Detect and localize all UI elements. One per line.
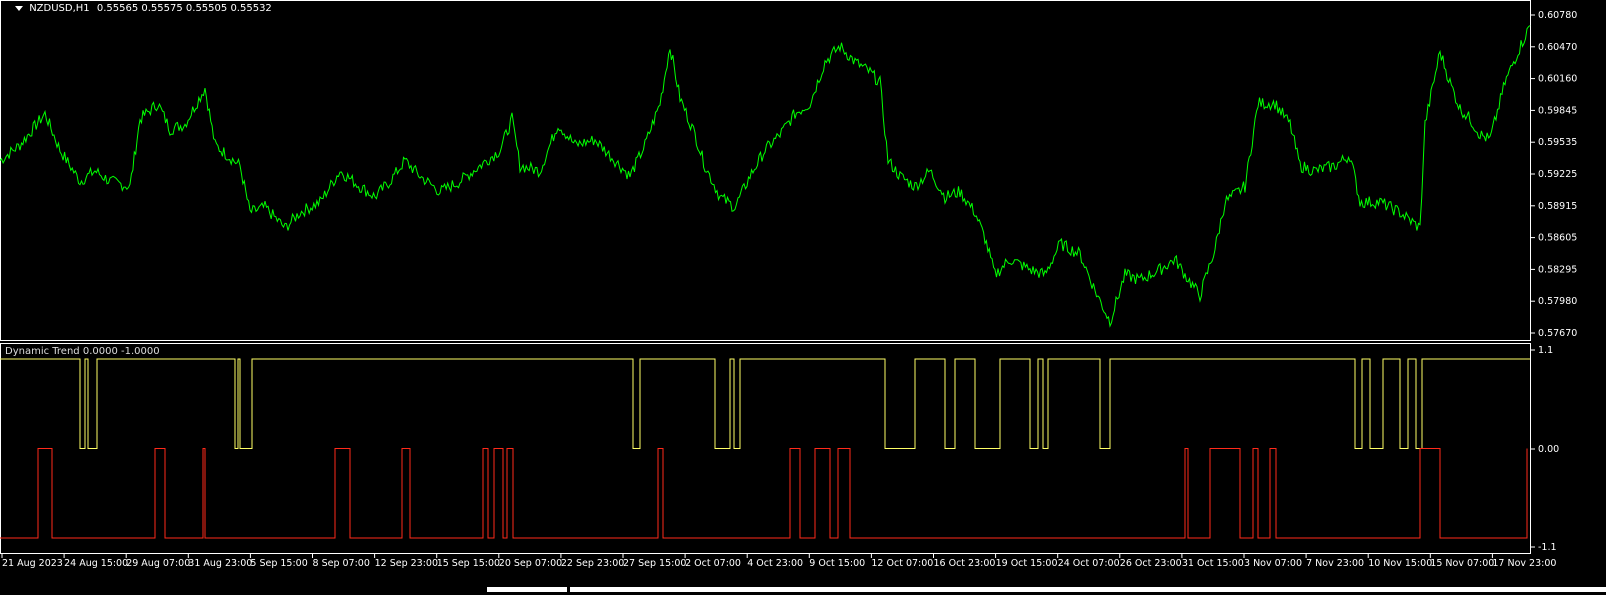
time-tick-label: 5 Sep 15:00 xyxy=(250,558,307,569)
indicator-tick-label: -1.1 xyxy=(1538,542,1557,553)
time-tick-label: 15 Sep 15:00 xyxy=(437,558,500,569)
time-tick-label: 17 Nov 23:00 xyxy=(1492,558,1556,569)
time-axis: 21 Aug 2023 24 Aug 15:0029 Aug 07:0031 Au… xyxy=(1,554,1556,569)
chart-title: NZDUSD,H1 0.55565 0.55575 0.55505 0.5553… xyxy=(15,3,272,14)
time-tick-label: 31 Aug 23:00 xyxy=(188,558,252,569)
time-tick-label: 10 Nov 15:00 xyxy=(1368,558,1432,569)
time-tick-label: 20 Sep 07:00 xyxy=(499,558,562,569)
indicator-tick-label: 0.00 xyxy=(1538,444,1559,455)
time-tick-label: 12 Sep 23:00 xyxy=(375,558,438,569)
time-tick-label: 31 Oct 15:00 xyxy=(1182,558,1244,569)
price-tick-label: 0.59845 xyxy=(1538,105,1577,116)
price-tick-label: 0.59535 xyxy=(1538,137,1577,148)
time-tick-label: 27 Sep 15:00 xyxy=(623,558,686,569)
dropdown-caret-icon[interactable] xyxy=(15,5,23,11)
indicator-tick-label: 1.1 xyxy=(1538,345,1553,356)
trend-down-line xyxy=(0,448,1528,539)
price-line xyxy=(0,25,1531,328)
trend-up-line xyxy=(0,358,1530,449)
time-tick-label: 26 Oct 23:00 xyxy=(1120,558,1182,569)
ohlc-label: 0.55565 0.55575 0.55505 0.55532 xyxy=(96,3,272,14)
time-tick-label: 24 Aug 15:00 xyxy=(64,558,128,569)
time-tick-label: 24 Oct 07:00 xyxy=(1058,558,1120,569)
price-tick-label: 0.57670 xyxy=(1538,328,1577,339)
time-tick-label: 22 Sep 23:00 xyxy=(561,558,624,569)
price-tick-label: 0.60470 xyxy=(1538,42,1577,53)
chart-area[interactable]: 0.60780 0.60470 0.60160 0.59845 0.59535 0.592… xyxy=(0,0,1606,592)
indicator-axis: 1.1 0.00 -1.1 xyxy=(1531,345,1559,553)
indicator-title: Dynamic Trend 0.0000 -1.0000 xyxy=(5,346,160,357)
symbol-label: NZDUSD,H1 xyxy=(29,3,90,14)
time-tick-label: 19 Oct 15:00 xyxy=(996,558,1058,569)
horizontal-scrollbar-left[interactable] xyxy=(487,587,567,592)
price-tick-label: 0.58295 xyxy=(1538,264,1577,275)
indicator-panel-frame xyxy=(0,343,1531,554)
price-tick-label: 0.60780 xyxy=(1538,10,1577,21)
time-tick-label: 21 Aug 2023 xyxy=(2,558,63,569)
time-tick-label: 16 Oct 23:00 xyxy=(934,558,996,569)
time-tick-label: 12 Oct 07:00 xyxy=(871,558,933,569)
time-tick-label: 4 Oct 23:00 xyxy=(747,558,803,569)
price-tick-label: 0.58915 xyxy=(1538,201,1577,212)
price-tick-label: 0.59225 xyxy=(1538,169,1577,180)
price-axis: 0.60780 0.60470 0.60160 0.59845 0.59535 0.592… xyxy=(1531,10,1577,339)
time-tick-label: 3 Nov 07:00 xyxy=(1244,558,1302,569)
time-tick-label: 29 Aug 07:00 xyxy=(126,558,190,569)
price-tick-label: 0.57980 xyxy=(1538,296,1577,307)
time-tick-label: 8 Sep 07:00 xyxy=(313,558,370,569)
price-tick-label: 0.58605 xyxy=(1538,233,1577,244)
time-tick-label: 9 Oct 15:00 xyxy=(809,558,865,569)
time-tick-label: 2 Oct 07:00 xyxy=(685,558,741,569)
price-chart-canvas[interactable]: 0.60780 0.60470 0.60160 0.59845 0.59535 0.592… xyxy=(0,0,1606,592)
horizontal-scrollbar[interactable] xyxy=(570,587,1606,592)
series-layer xyxy=(0,25,1531,539)
price-tick-label: 0.60160 xyxy=(1538,74,1577,85)
time-tick-label: 15 Nov 07:00 xyxy=(1430,558,1494,569)
time-tick-label: 7 Nov 23:00 xyxy=(1306,558,1364,569)
